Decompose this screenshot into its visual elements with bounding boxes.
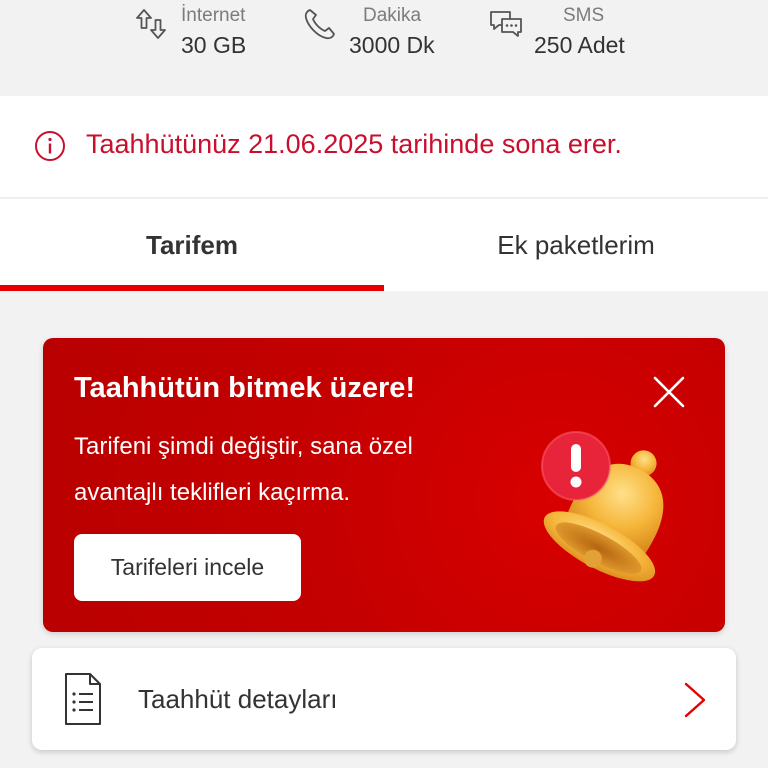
promo-banner: Taahhütün bitmek üzere! Tarifeni şimdi d… [43, 338, 725, 632]
stat-minutes-value: 3000 Dk [349, 32, 435, 58]
phone-icon [304, 9, 335, 40]
chat-bubbles-icon [490, 11, 522, 37]
stat-sms-label: SMS [563, 5, 605, 26]
tab-ek-paketlerim[interactable]: Ek paketlerim [384, 199, 768, 291]
stat-internet: İnternet 30 GB [134, 0, 274, 70]
chevron-right-icon [684, 682, 706, 718]
stat-sms: SMS 250 Adet [488, 0, 648, 70]
close-icon[interactable] [649, 372, 689, 412]
stat-minutes-label: Dakika [363, 5, 422, 26]
promo-body-line-1: Tarifeni şimdi değiştir, sana özel [74, 433, 413, 460]
stat-internet-label: İnternet [181, 5, 246, 26]
bell-alert-icon [541, 431, 664, 582]
stat-minutes: Dakika 3000 Dk [302, 0, 452, 70]
info-icon [35, 131, 65, 161]
tab-bar: Tarifem Ek paketlerim [0, 199, 768, 291]
commitment-notice: Taahhütünüz 21.06.2025 tarihinde sona er… [0, 96, 768, 198]
stat-sms-value: 250 Adet [534, 32, 625, 58]
notice-text: Taahhütünüz 21.06.2025 tarihinde sona er… [86, 129, 622, 159]
commitment-details-label: Taahhüt detayları [138, 684, 338, 714]
commitment-details-row[interactable]: Taahhüt detayları [32, 648, 736, 750]
promo-body: Tarifeni şimdi değiştir, sana özel avant… [74, 424, 494, 516]
stat-internet-value: 30 GB [181, 32, 247, 58]
view-tariffs-button[interactable]: Tarifeleri incele [74, 534, 301, 601]
document-icon [65, 673, 101, 725]
active-tab-indicator [0, 285, 384, 291]
tab-tarifem[interactable]: Tarifem [0, 199, 384, 291]
usage-summary: İnternet 30 GB Dakika 3000 Dk SMS 250 Ad… [0, 0, 768, 96]
promo-title: Taahhütün bitmek üzere! [74, 372, 416, 404]
internet-arrows-icon [136, 9, 166, 39]
promo-body-line-2: avantajlı teklifleri kaçırma. [74, 479, 351, 506]
